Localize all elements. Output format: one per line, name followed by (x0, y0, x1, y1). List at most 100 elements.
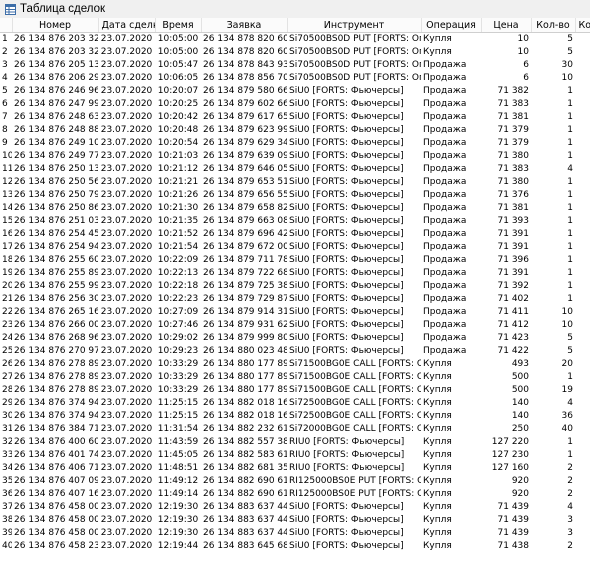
cell-trade-time: 10:05:47 (157, 60, 199, 70)
cell-row-index: 19 (2, 268, 12, 278)
table-row[interactable]: 39 26 134 876 458 005 23.07.2020 12:19:30 26… (0, 527, 590, 540)
cell-quantity: 1 (567, 294, 573, 304)
table-row[interactable]: 16 26 134 876 254 454 23.07.2020 10:21:52 26… (0, 228, 590, 241)
cell-order-number: 26 134 879 656 550 (203, 190, 287, 200)
table-row[interactable]: 13 26 134 876 250 793 23.07.2020 10:21:26 26… (0, 189, 590, 202)
cell-commission (575, 72, 590, 85)
cell-trade-number: 26 134 876 268 961 (14, 333, 98, 343)
table-row[interactable]: 2 26 134 876 203 328 23.07.2020 10:05:00 26 … (0, 46, 590, 59)
table-row[interactable]: 28 26 134 876 278 894 23.07.2020 10:33:29 26… (0, 384, 590, 397)
table-row[interactable]: 30 26 134 876 374 948 23.07.2020 11:25:15 26… (0, 410, 590, 423)
column-header-instrument[interactable]: Инструмент (287, 18, 422, 33)
cell-trade-date: 23.07.2020 (100, 450, 153, 460)
table-row[interactable]: 11 26 134 876 250 135 23.07.2020 10:21:12 26… (0, 163, 590, 176)
table-row[interactable]: 40 26 134 876 458 234 23.07.2020 12:19:44 26… (0, 540, 590, 553)
cell-order-number: 26 134 880 177 894 (203, 372, 287, 382)
table-row[interactable]: 18 26 134 876 255 601 23.07.2020 10:22:09 26… (0, 254, 590, 267)
table-row[interactable]: 6 26 134 876 247 990 23.07.2020 10:20:25 26 … (0, 98, 590, 111)
cell-order-number: 26 134 882 232 613 (203, 424, 287, 434)
table-row[interactable]: 38 26 134 876 458 004 23.07.2020 12:19:30 26… (0, 514, 590, 527)
column-header-order[interactable]: Заявка (201, 18, 288, 33)
cell-trade-time: 10:22:18 (157, 281, 199, 291)
table-row[interactable]: 7 26 134 876 248 634 23.07.2020 10:20:42 26 … (0, 111, 590, 124)
cell-commission (575, 306, 590, 319)
cell-trade-date: 23.07.2020 (100, 424, 153, 434)
cell-trade-time: 11:31:54 (157, 424, 199, 434)
cell-trade-date: 23.07.2020 (100, 281, 153, 291)
table-row[interactable]: 8 26 134 876 248 881 23.07.2020 10:20:48 26 … (0, 124, 590, 137)
column-header-time[interactable]: Время (155, 18, 202, 33)
table-row[interactable]: 26 26 134 876 278 892 23.07.2020 10:33:29 26… (0, 358, 590, 371)
cell-instrument: Si71500BG0E CALL [FORTS: Опц (289, 359, 421, 369)
cell-trade-time: 10:22:23 (157, 294, 199, 304)
table-row[interactable]: 1 26 134 876 203 327 23.07.2020 10:05:00 26 … (0, 33, 590, 47)
cell-trade-number: 26 134 876 265 169 (14, 307, 98, 317)
table-row[interactable]: 22 26 134 876 265 169 23.07.2020 10:27:09 26… (0, 306, 590, 319)
table-row[interactable]: 3 26 134 876 205 136 23.07.2020 10:05:47 26 … (0, 59, 590, 72)
cell-trade-number: 26 134 876 248 881 (14, 125, 98, 135)
cell-price: 71 391 (497, 268, 530, 278)
table-row[interactable]: 32 26 134 876 400 609 23.07.2020 11:43:59 26… (0, 436, 590, 449)
table-row[interactable]: 19 26 134 876 255 896 23.07.2020 10:22:13 26… (0, 267, 590, 280)
cell-price: 493 (511, 359, 529, 369)
cell-trade-date: 23.07.2020 (100, 164, 153, 174)
table-row[interactable]: 4 26 134 876 206 291 23.07.2020 10:06:05 26 … (0, 72, 590, 85)
cell-commission (575, 371, 590, 384)
cell-price: 71 422 (497, 346, 530, 356)
table-row[interactable]: 27 26 134 876 278 893 23.07.2020 10:33:29 26… (0, 371, 590, 384)
table-row[interactable]: 12 26 134 876 250 564 23.07.2020 10:21:21 26… (0, 176, 590, 189)
cell-order-number: 26 134 879 646 059 (203, 164, 287, 174)
table-row[interactable]: 15 26 134 876 251 038 23.07.2020 10:21:35 26… (0, 215, 590, 228)
cell-quantity: 10 (561, 73, 573, 83)
trades-grid[interactable]: НомерДата сделкиВремяЗаявкаИнструментОпе… (0, 18, 590, 570)
window-titlebar[interactable]: Таблица сделок (0, 0, 590, 19)
cell-row-index: 32 (2, 437, 12, 447)
column-header-price[interactable]: Цена (481, 18, 532, 33)
column-header-row-index[interactable] (0, 18, 13, 33)
table-row[interactable]: 29 26 134 876 374 947 23.07.2020 11:25:15 26… (0, 397, 590, 410)
table-row[interactable]: 10 26 134 876 249 771 23.07.2020 10:21:03 26… (0, 150, 590, 163)
cell-price: 71 376 (497, 190, 530, 200)
cell-order-number: 26 134 883 645 687 (203, 541, 287, 551)
cell-commission (575, 163, 590, 176)
cell-price: 71 439 (497, 528, 530, 538)
column-header-commission[interactable]: Комм (575, 18, 590, 33)
cell-quantity: 1 (567, 112, 573, 122)
column-header-trade-date[interactable]: Дата сделки (98, 18, 156, 33)
table-row[interactable]: 21 26 134 876 256 303 23.07.2020 10:22:23 26… (0, 293, 590, 306)
cell-order-number: 26 134 879 580 662 (203, 86, 287, 96)
cell-row-index: 2 (2, 47, 8, 57)
cell-order-number: 26 134 880 023 486 (203, 346, 287, 356)
cell-quantity: 19 (561, 385, 573, 395)
column-header-number[interactable]: Номер (12, 18, 99, 33)
cell-order-number: 26 134 879 725 387 (203, 281, 287, 291)
column-header-operation[interactable]: Операция (421, 18, 482, 33)
table-row[interactable]: 24 26 134 876 268 961 23.07.2020 10:29:02 26… (0, 332, 590, 345)
cell-operation: Продажа (423, 346, 467, 356)
table-row[interactable]: 20 26 134 876 255 990 23.07.2020 10:22:18 26… (0, 280, 590, 293)
cell-instrument: SiU0 [FORTS: Фьючерсы] (289, 190, 404, 200)
table-row[interactable]: 9 26 134 876 249 102 23.07.2020 10:20:54 26 … (0, 137, 590, 150)
table-row[interactable]: 34 26 134 876 406 719 23.07.2020 11:48:51 26… (0, 462, 590, 475)
column-header-quantity[interactable]: Кол-во (531, 18, 576, 33)
cell-quantity: 1 (567, 372, 573, 382)
cell-operation: Продажа (423, 255, 467, 265)
cell-commission (575, 228, 590, 241)
table-row[interactable]: 36 26 134 876 407 162 23.07.2020 11:49:14 26… (0, 488, 590, 501)
table-row[interactable]: 17 26 134 876 254 947 23.07.2020 10:21:54 26… (0, 241, 590, 254)
trades-table: НомерДата сделкиВремяЗаявкаИнструментОпе… (0, 18, 590, 553)
table-row[interactable]: 33 26 134 876 401 741 23.07.2020 11:45:05 26… (0, 449, 590, 462)
table-row[interactable]: 5 26 134 876 246 967 23.07.2020 10:20:07 26 … (0, 85, 590, 98)
cell-instrument: RI125000BS0E PUT [FORTS: Опц (289, 476, 421, 486)
cell-commission (575, 436, 590, 449)
cell-operation: Продажа (423, 320, 467, 330)
cell-trade-date: 23.07.2020 (100, 177, 153, 187)
table-row[interactable]: 35 26 134 876 407 093 23.07.2020 11:49:12 26… (0, 475, 590, 488)
table-row[interactable]: 31 26 134 876 384 715 23.07.2020 11:31:54 26… (0, 423, 590, 436)
table-row[interactable]: 14 26 134 876 250 869 23.07.2020 10:21:30 26… (0, 202, 590, 215)
cell-trade-number: 26 134 876 251 038 (14, 216, 98, 226)
cell-price: 6 (523, 73, 529, 83)
table-row[interactable]: 25 26 134 876 270 970 23.07.2020 10:29:23 26… (0, 345, 590, 358)
table-row[interactable]: 23 26 134 876 266 005 23.07.2020 10:27:46 26… (0, 319, 590, 332)
table-row[interactable]: 37 26 134 876 458 003 23.07.2020 12:19:30 26… (0, 501, 590, 514)
